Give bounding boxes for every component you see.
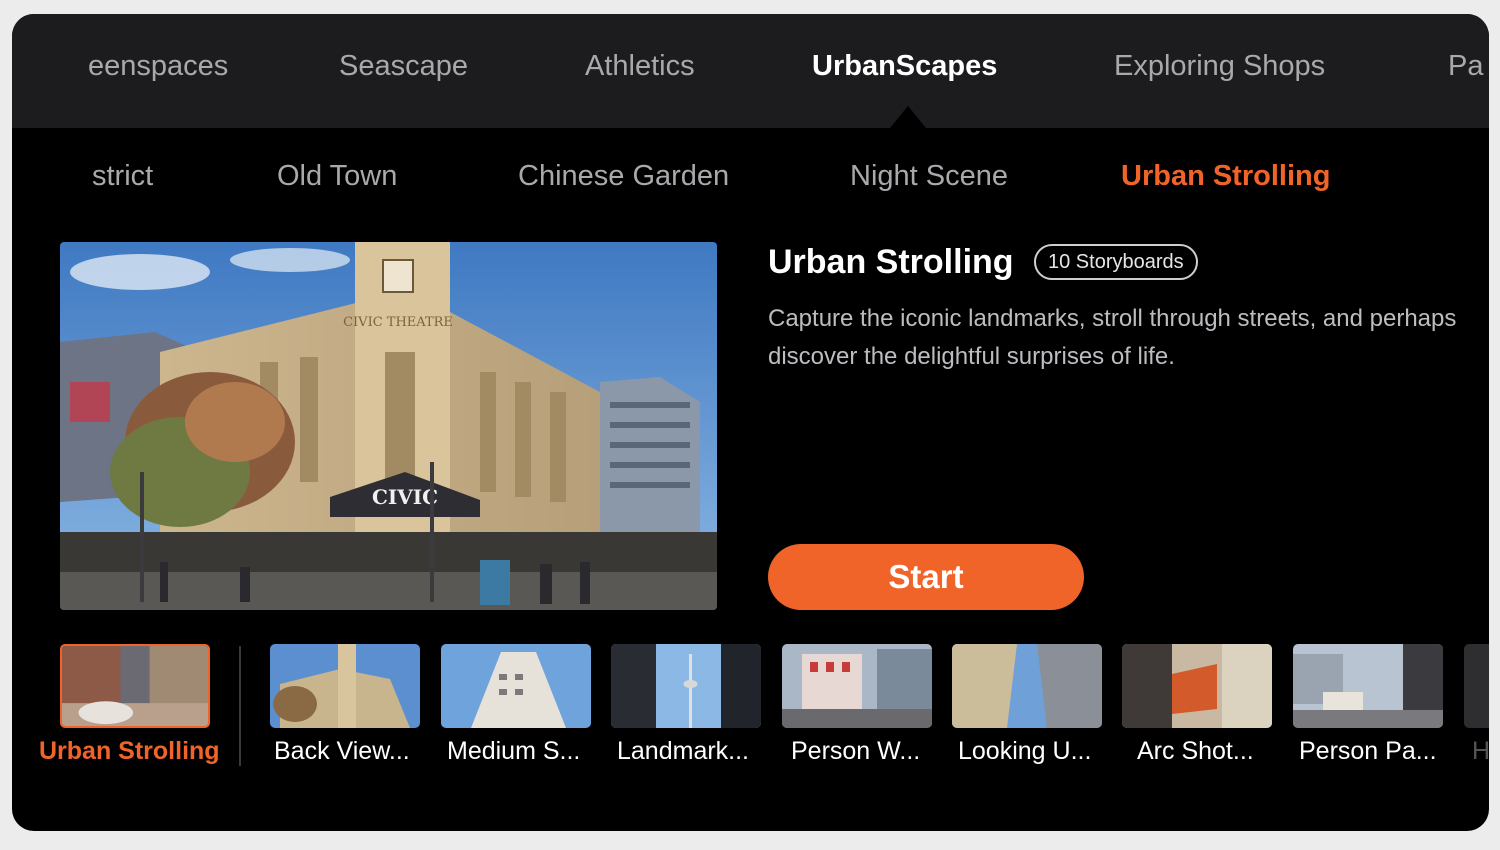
subtab-night-scene[interactable]: Night Scene: [850, 160, 1008, 193]
storyboard-thumb-looking-up[interactable]: [952, 644, 1102, 728]
storyboard-thumb-landmark[interactable]: [611, 644, 761, 728]
subtab-chinese-garden[interactable]: Chinese Garden: [518, 160, 729, 193]
storyboard-label-urban-strolling[interactable]: Urban Strolling: [39, 737, 220, 766]
storyboard-thumb-person-walking[interactable]: [782, 644, 932, 728]
storyboard-thumb-urban-strolling[interactable]: [60, 644, 210, 728]
tab-greenspaces[interactable]: eenspaces: [88, 50, 228, 83]
template-title: Urban Strolling: [768, 243, 1014, 281]
subtab-district[interactable]: strict: [92, 160, 153, 193]
building-corner-thumbnail: [441, 644, 591, 728]
category-tab-bar: eenspaces Seascape Athletics UrbanScapes…: [12, 14, 1489, 128]
civic-theatre-illustration: CIVIC THEATRE CIVIC: [60, 242, 717, 610]
storyboard-label-medium-shot[interactable]: Medium S...: [447, 737, 580, 766]
tab-partial-next[interactable]: Pa: [1448, 50, 1483, 83]
shop-sign-thumbnail: [1122, 644, 1272, 728]
civic-marquee-sign: CIVIC: [372, 485, 438, 509]
template-preview-image[interactable]: CIVIC THEATRE CIVIC: [60, 242, 717, 610]
storyboard-thumb-arc-shot[interactable]: [1122, 644, 1272, 728]
thumb-divider: [239, 646, 241, 766]
tab-urbanscapes[interactable]: UrbanScapes: [812, 50, 997, 83]
subcategory-bar: strict Old Town Chinese Garden Night Sce…: [12, 128, 1489, 228]
tab-seascape[interactable]: Seascape: [339, 50, 468, 83]
tab-athletics[interactable]: Athletics: [585, 50, 695, 83]
tab-exploring-shops[interactable]: Exploring Shops: [1114, 50, 1325, 83]
theatre-name-sign: CIVIC THEATRE: [343, 315, 453, 330]
storyboard-label-landmark[interactable]: Landmark...: [617, 737, 749, 766]
subtab-urban-strolling[interactable]: Urban Strolling: [1121, 160, 1330, 193]
active-tab-indicator: [890, 106, 926, 128]
storyboard-label-arc-shot[interactable]: Arc Shot...: [1137, 737, 1254, 766]
storyboard-label-person-walking[interactable]: Person W...: [791, 737, 920, 766]
storyboard-label-back-view[interactable]: Back View...: [274, 737, 410, 766]
storyboard-thumb-person-passing[interactable]: [1293, 644, 1443, 728]
street-car-thumbnail: [1293, 644, 1443, 728]
subtab-old-town[interactable]: Old Town: [277, 160, 397, 193]
app-window: eenspaces Seascape Athletics UrbanScapes…: [12, 14, 1489, 831]
template-description: Capture the iconic landmarks, stroll thr…: [768, 305, 1457, 370]
partial-thumbnail: [1464, 644, 1489, 728]
civic-building-thumbnail: [270, 644, 420, 728]
storyboard-label-looking-up[interactable]: Looking U...: [958, 737, 1091, 766]
street-walk-thumbnail: [62, 646, 208, 726]
start-button[interactable]: Start: [768, 544, 1084, 610]
street-buildings-thumbnail: [782, 644, 932, 728]
looking-up-thumbnail: [952, 644, 1102, 728]
storyboard-thumb-medium-shot[interactable]: [441, 644, 591, 728]
storyboard-label-person-passing[interactable]: Person Pa...: [1299, 737, 1437, 766]
storyboard-thumb-partial[interactable]: [1464, 644, 1489, 728]
sky-tower-thumbnail: [611, 644, 761, 728]
storyboard-count-badge: 10 Storyboards: [1034, 244, 1198, 280]
storyboard-label-partial[interactable]: H: [1472, 737, 1489, 766]
storyboard-thumb-back-view[interactable]: [270, 644, 420, 728]
